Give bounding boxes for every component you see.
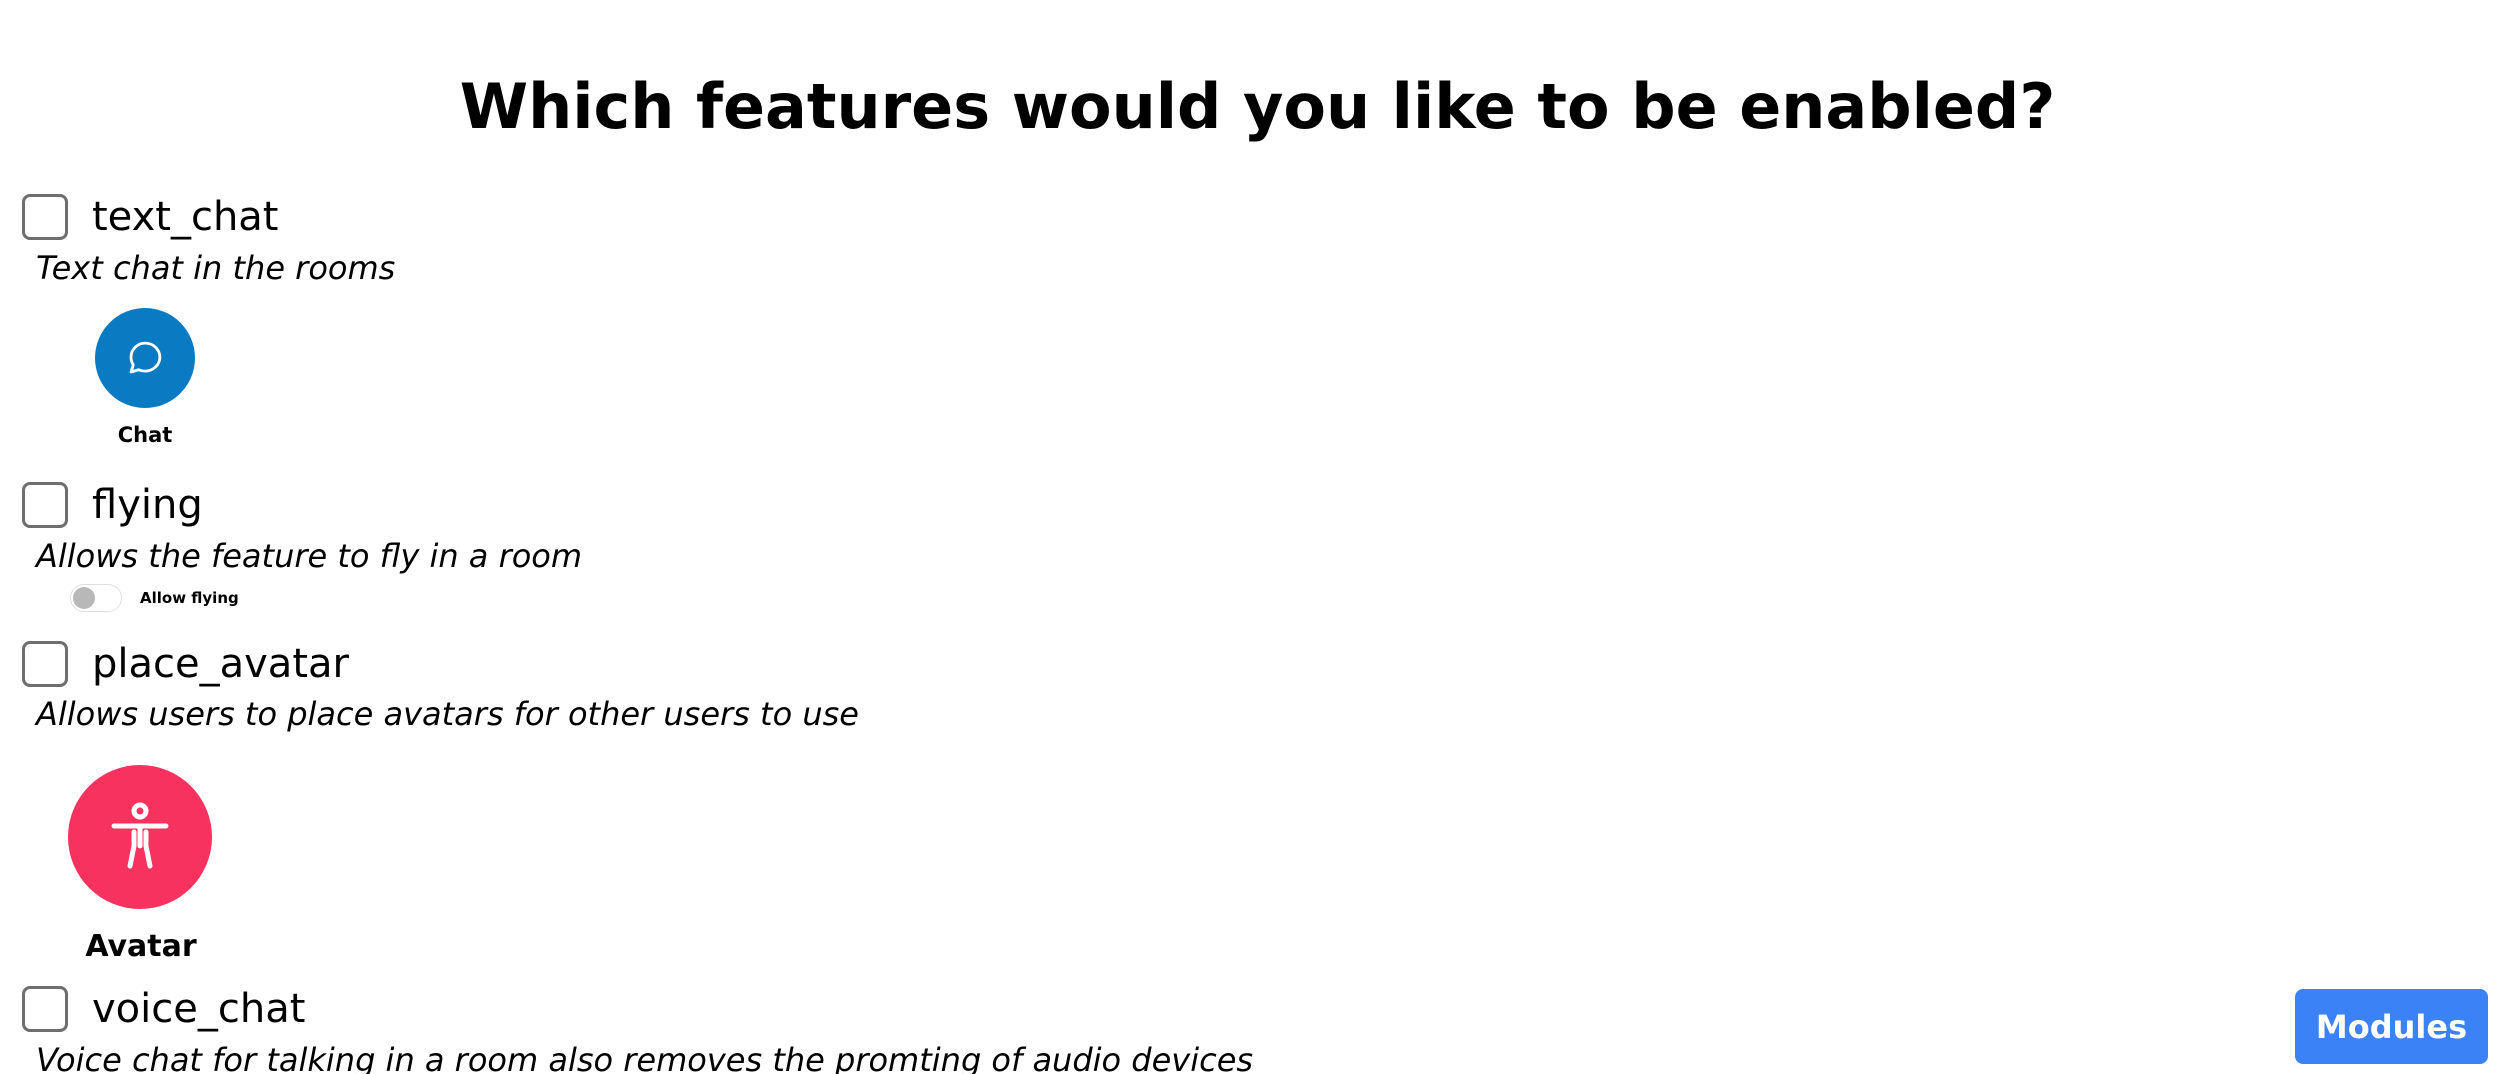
feature-description: Text chat in the rooms bbox=[36, 249, 396, 287]
feature-name: place_avatar bbox=[92, 641, 349, 687]
allow-flying-toggle[interactable] bbox=[70, 584, 122, 612]
feature-name: voice_chat bbox=[92, 986, 306, 1032]
feature-name: flying bbox=[92, 482, 203, 528]
feature-description: Allows users to place avatars for other … bbox=[36, 695, 859, 733]
allow-flying-label: Allow flying bbox=[140, 589, 239, 607]
feature-description: Allows the feature to fly in a room bbox=[36, 537, 583, 575]
chat-preview: Chat bbox=[95, 308, 195, 448]
flying-checkbox[interactable] bbox=[22, 482, 68, 528]
feature-name: text_chat bbox=[92, 194, 279, 240]
text-chat-checkbox[interactable] bbox=[22, 194, 68, 240]
feature-row-voice-chat: voice_chat bbox=[22, 984, 305, 1034]
feature-description: Voice chat for talking in a room also re… bbox=[36, 1041, 1254, 1074]
allow-flying-toggle-row: Allow flying bbox=[70, 584, 239, 612]
voice-chat-checkbox[interactable] bbox=[22, 986, 68, 1032]
person-figure-icon bbox=[68, 765, 212, 909]
modules-button[interactable]: Modules bbox=[2295, 989, 2488, 1064]
feature-row-place-avatar: place_avatar bbox=[22, 639, 349, 689]
toggle-knob bbox=[73, 587, 95, 609]
feature-selection-page: Which features would you like to be enab… bbox=[0, 0, 2515, 1074]
feature-row-flying: flying bbox=[22, 480, 203, 530]
page-title: Which features would you like to be enab… bbox=[459, 70, 2056, 143]
place-avatar-checkbox[interactable] bbox=[22, 641, 68, 687]
feature-row-text-chat: text_chat bbox=[22, 192, 278, 242]
chat-label: Chat bbox=[117, 423, 173, 447]
avatar-label: Avatar bbox=[85, 929, 197, 964]
chat-bubble-icon bbox=[95, 308, 195, 408]
avatar-preview: Avatar bbox=[68, 765, 214, 965]
